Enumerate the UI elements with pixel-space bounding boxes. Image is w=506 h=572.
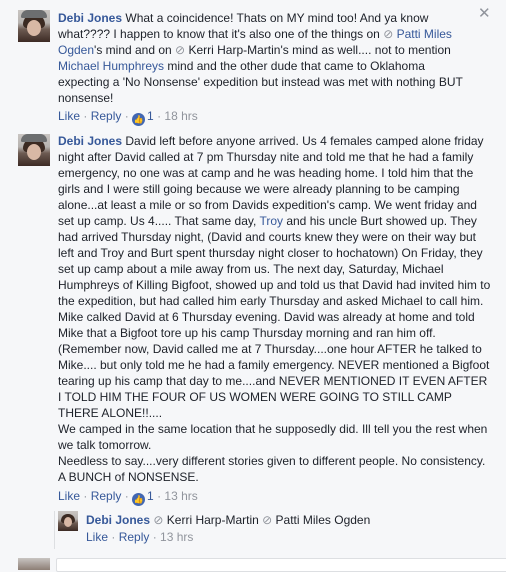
thumbs-up-icon: 👍 (132, 493, 146, 506)
comment-author[interactable]: Debi Jones (58, 11, 122, 25)
reply-thread-line (54, 511, 55, 549)
comment-author[interactable]: Debi Jones (86, 513, 150, 527)
tag-icon: ⊘ (175, 43, 189, 57)
tag-icon: ⊘ (262, 513, 273, 527)
comment-actions: Like · Reply · 13 hrs (86, 530, 194, 544)
comment-actions: Like · Reply · 👍 1 · 18 hrs (58, 109, 198, 126)
close-icon[interactable]: ✕ (478, 6, 491, 22)
like-button[interactable]: Like (86, 530, 108, 544)
comment-body: Debi Jones David left before anyone arri… (58, 134, 491, 484)
avatar[interactable] (18, 10, 50, 42)
mention-link[interactable]: Kerri Harp-Martin (188, 43, 280, 57)
comment-body: Debi Jones What a coincidence! Thats on … (58, 11, 463, 105)
reply-input[interactable] (56, 558, 506, 572)
timestamp[interactable]: 13 hrs (160, 530, 193, 544)
comment-author[interactable]: Debi Jones (58, 134, 122, 148)
avatar[interactable] (18, 134, 50, 166)
reply-button[interactable]: Reply (91, 489, 122, 503)
reply-button[interactable]: Reply (119, 530, 150, 544)
like-button[interactable]: Like (58, 489, 80, 503)
timestamp[interactable]: 18 hrs (164, 109, 197, 123)
mention-link[interactable]: Troy (259, 214, 283, 228)
mention-link[interactable]: Michael Humphreys (58, 59, 164, 73)
avatar[interactable] (58, 511, 78, 531)
tag-icon: ⊘ (153, 513, 164, 527)
like-count[interactable]: 1 (147, 489, 154, 503)
thumbs-up-icon: 👍 (132, 113, 146, 126)
comment-actions: Like · Reply · 👍 1 · 13 hrs (58, 489, 198, 506)
mention-link[interactable]: Kerri Harp-Martin (167, 513, 259, 527)
like-button[interactable]: Like (58, 109, 80, 123)
mention-link[interactable]: Patti Miles Ogden (276, 513, 371, 527)
avatar (18, 558, 50, 570)
tag-icon: ⊘ (383, 27, 397, 41)
reply-button[interactable]: Reply (91, 109, 122, 123)
comment-body: Debi Jones ⊘ Kerri Harp-Martin ⊘ Patti M… (86, 512, 486, 528)
timestamp[interactable]: 13 hrs (164, 489, 197, 503)
like-count[interactable]: 1 (147, 109, 154, 123)
